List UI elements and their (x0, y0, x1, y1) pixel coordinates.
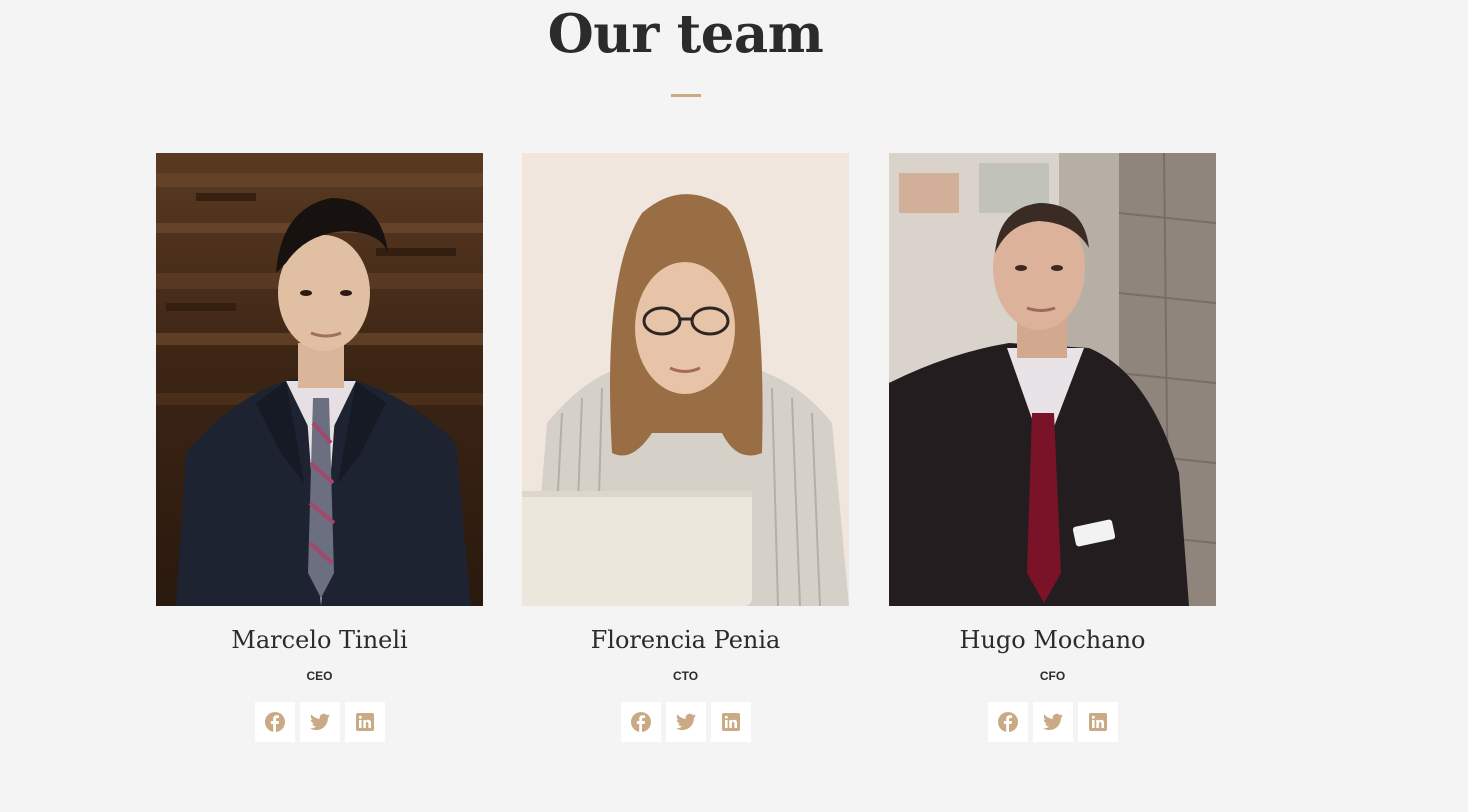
team-member-photo (889, 153, 1216, 606)
twitter-icon (309, 713, 330, 731)
linkedin-button[interactable] (710, 702, 751, 742)
team-member-role: CTO (672, 669, 699, 683)
team-member-name: Marcelo Tineli (231, 626, 408, 654)
facebook-icon (630, 712, 651, 732)
linkedin-button[interactable] (1077, 702, 1118, 742)
linkedin-icon (1088, 713, 1107, 731)
facebook-button[interactable] (620, 702, 661, 742)
facebook-button[interactable] (987, 702, 1028, 742)
team-member-card: Hugo Mochano CFO (889, 153, 1216, 742)
linkedin-icon (721, 713, 740, 731)
linkedin-button[interactable] (344, 702, 385, 742)
team-member-role: CFO (1039, 669, 1066, 683)
twitter-button[interactable] (665, 702, 706, 742)
facebook-button[interactable] (254, 702, 295, 742)
team-member-photo (156, 153, 483, 606)
team-member-name: Hugo Mochano (959, 626, 1146, 654)
facebook-icon (997, 712, 1018, 732)
twitter-icon (675, 713, 696, 731)
social-links (522, 702, 849, 742)
title-divider (671, 94, 701, 97)
twitter-button[interactable] (299, 702, 340, 742)
team-member-card: Marcelo Tineli CEO (156, 153, 483, 742)
facebook-icon (264, 712, 285, 732)
team-member-photo (522, 153, 849, 606)
social-links (156, 702, 483, 742)
team-member-card: Florencia Penia CTO (522, 153, 849, 742)
twitter-button[interactable] (1032, 702, 1073, 742)
social-links (889, 702, 1216, 742)
team-member-role: CEO (306, 669, 333, 683)
section-title: Our team (547, 3, 824, 65)
twitter-icon (1042, 713, 1063, 731)
team-member-name: Florencia Penia (590, 626, 781, 654)
linkedin-icon (355, 713, 374, 731)
